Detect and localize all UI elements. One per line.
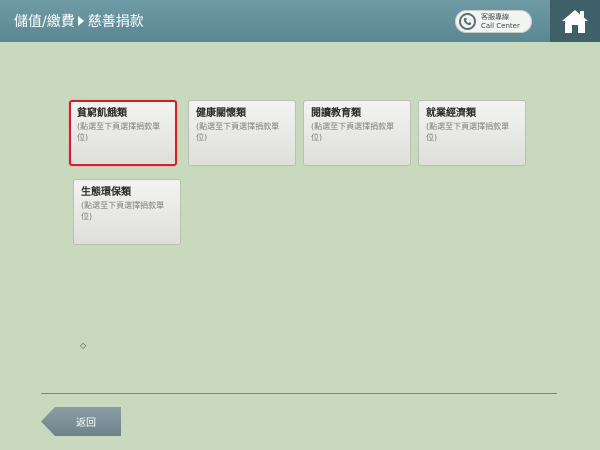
- back-button[interactable]: 返回: [41, 407, 121, 436]
- category-title: 健康關懷類: [196, 108, 246, 119]
- category-title: 生態環保類: [81, 187, 131, 198]
- category-subtitle: (點選至下頁選擇捐款單位): [426, 122, 510, 142]
- category-card-reading-education[interactable]: 閱讀教育類 (點選至下頁選擇捐款單位): [303, 100, 411, 166]
- breadcrumb: 儲值/繳費 慈善捐款: [14, 11, 144, 31]
- category-subtitle: (點選至下頁選擇捐款單位): [311, 122, 395, 142]
- top-bar: 儲值/繳費 慈善捐款 客服專線 Call Center: [0, 0, 600, 42]
- breadcrumb-parent[interactable]: 儲值/繳費: [14, 11, 75, 31]
- category-card-health-care[interactable]: 健康關懷類 (點選至下頁選擇捐款單位): [188, 100, 296, 166]
- phone-icon: [459, 13, 476, 30]
- call-center-zh: 客服專線: [481, 13, 509, 21]
- category-title: 閱讀教育類: [311, 108, 361, 119]
- category-title: 貧窮飢餓類: [77, 108, 127, 119]
- call-center-button[interactable]: 客服專線 Call Center: [455, 10, 532, 33]
- call-center-en: Call Center: [481, 22, 520, 30]
- category-card-employment-economy[interactable]: 就業經濟類 (點選至下頁選擇捐款單位): [418, 100, 526, 166]
- category-title: 就業經濟類: [426, 108, 476, 119]
- marker-dot: ◇: [80, 341, 87, 350]
- call-center-label: 客服專線 Call Center: [481, 13, 520, 30]
- home-icon: [562, 9, 588, 33]
- back-label: 返回: [76, 418, 96, 429]
- home-button[interactable]: [550, 0, 600, 42]
- category-subtitle: (點選至下頁選擇捐款單位): [196, 122, 280, 142]
- category-subtitle: (點選至下頁選擇捐款單位): [77, 122, 161, 142]
- category-card-ecology-environment[interactable]: 生態環保類 (點選至下頁選擇捐款單位): [73, 179, 181, 245]
- footer-divider: [41, 393, 557, 394]
- category-subtitle: (點選至下頁選擇捐款單位): [81, 201, 165, 221]
- breadcrumb-current: 慈善捐款: [87, 14, 144, 30]
- breadcrumb-arrow-icon: [77, 16, 84, 26]
- category-card-poverty-hunger[interactable]: 貧窮飢餓類 (點選至下頁選擇捐款單位): [69, 100, 177, 166]
